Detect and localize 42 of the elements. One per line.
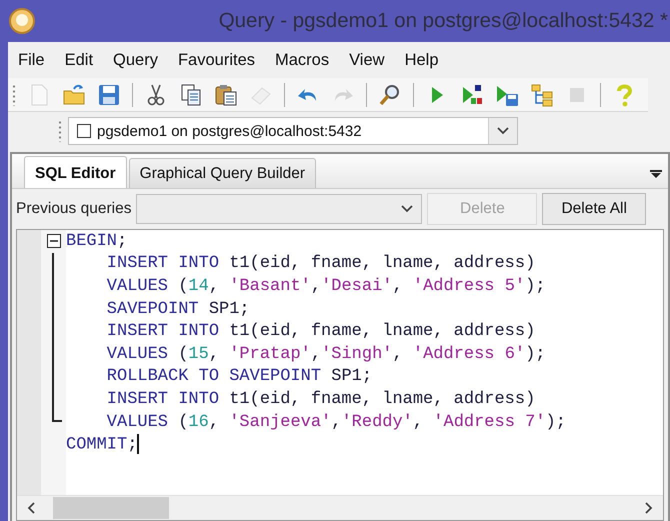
toolbar-grip[interactable] [12, 84, 16, 106]
code-line: INSERT INTO t1(eid, fname, lname, address) [106, 322, 536, 342]
code-line: COMMIT; [66, 434, 139, 455]
connection-dropdown[interactable]: pgsdemo1 on postgres@localhost:5432 [68, 117, 518, 145]
tree-diagram-icon[interactable] [530, 82, 554, 106]
tab[interactable]: Graphical Query Builder [128, 158, 316, 188]
scrollbar-thumb[interactable] [53, 497, 169, 519]
code-line: INSERT INTO t1(eid, fname, lname, address) [106, 254, 536, 274]
window-title: Query - pgsdemo1 on postgres@localhost:5432 * [218, 9, 669, 33]
checkbox[interactable] [77, 124, 91, 138]
menu-item[interactable]: Query [111, 48, 166, 72]
connection-text: pgsdemo1 on postgres@localhost:5432 [97, 122, 363, 140]
collapse-icon[interactable] [46, 234, 60, 248]
menu-item[interactable]: Edit [62, 48, 102, 72]
dropdown-icon[interactable] [650, 170, 662, 178]
previous-queries-label: Previous queries [16, 200, 132, 218]
code-editor[interactable] [16, 229, 664, 521]
code-line: VALUES (14, 'Basant','Desai', 'Address 5'); [106, 276, 546, 296]
menu-item[interactable]: Help [402, 48, 446, 72]
search-icon[interactable] [378, 82, 402, 106]
menu-item[interactable]: View [347, 48, 393, 72]
toolbar-grip[interactable] [58, 120, 62, 142]
clipboard-icon[interactable] [214, 82, 238, 106]
code-line: INSERT INTO t1(eid, fname, lname, address) [106, 390, 536, 409]
scroll-left-icon[interactable] [27, 502, 35, 514]
tab[interactable]: SQL Editor [24, 156, 127, 188]
copy-icon[interactable] [179, 82, 203, 106]
code-line: VALUES (15, 'Pratap','Singh', 'Address 6'); [106, 344, 546, 364]
dropdown-icon [401, 205, 414, 213]
code-line: ROLLBACK TO SAVEPOINT SP1; [106, 367, 372, 386]
menu-item[interactable]: Macros [273, 48, 338, 72]
folder-icon[interactable] [62, 82, 86, 106]
app-icon [8, 7, 36, 35]
menu-item[interactable]: Favourites [176, 48, 263, 72]
dropdown-icon [497, 127, 509, 135]
delete-button[interactable]: Delete All [542, 193, 646, 225]
code-line: VALUES (16, 'Sanjeeva','Reddy', 'Address 7'); [106, 412, 566, 432]
play-script-icon[interactable] [460, 82, 484, 106]
code-line: BEGIN; [66, 232, 128, 251]
scroll-right-icon[interactable] [645, 502, 653, 514]
code-line: SAVEPOINT SP1; [106, 300, 250, 319]
menu-item[interactable]: File [16, 48, 53, 72]
